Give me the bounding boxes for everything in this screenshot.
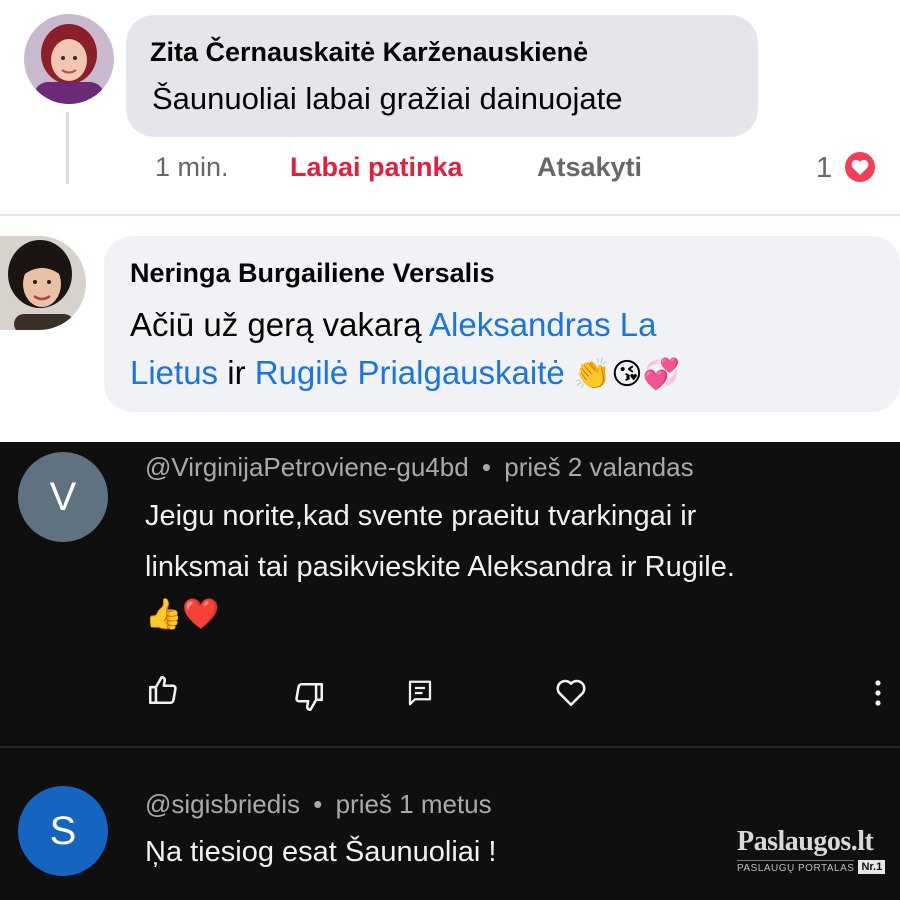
divider bbox=[0, 214, 900, 216]
emoji-group: 👍❤️ bbox=[145, 598, 220, 631]
avatar-letter: S bbox=[49, 809, 77, 853]
emoji-group: 👏😘💞 bbox=[573, 358, 680, 391]
comment-text: Ņa tiesiog esat Šaunuoliai ! bbox=[145, 836, 497, 868]
mention-link[interactable]: Lietus bbox=[130, 354, 218, 391]
comment-time[interactable]: 1 min. bbox=[155, 152, 229, 183]
comment-author[interactable]: Neringa Burgailiene Versalis bbox=[130, 258, 495, 289]
avatar[interactable]: S bbox=[18, 786, 108, 876]
separator-dot: • bbox=[481, 452, 492, 482]
comment-handle-row: @VirginijaPetroviene-gu4bd • prieš 2 val… bbox=[145, 452, 694, 483]
comment-time[interactable]: prieš 1 metus bbox=[336, 789, 492, 819]
avatar-image bbox=[24, 14, 114, 104]
avatar[interactable]: V bbox=[18, 452, 108, 542]
comment-text: ir bbox=[218, 354, 255, 391]
comment-text: Šaunuoliai labai gražiai dainuojate bbox=[152, 81, 623, 116]
comment-text-line-1: Ačiū už gerą vakarą Aleksandras La bbox=[130, 306, 656, 344]
watermark-subtitle-row: PASLAUGŲ PORTALAS Nr.1 bbox=[737, 860, 886, 874]
comment-bubble: Neringa Burgailiene Versalis Ačiū už ger… bbox=[104, 236, 900, 412]
heart-icon[interactable] bbox=[553, 674, 589, 710]
youtube-comments-section: V @VirginijaPetroviene-gu4bd • prieš 2 v… bbox=[0, 442, 900, 900]
watermark-logo: Paslaugos.lt PASLAUGŲ PORTALAS Nr.1 bbox=[737, 826, 886, 874]
love-reaction-button[interactable]: Labai patinka bbox=[290, 152, 463, 183]
dislike-icon[interactable] bbox=[292, 680, 326, 714]
separator-dot: • bbox=[313, 789, 323, 819]
comment-handle-row: @sigisbriedis • prieš 1 metus bbox=[145, 789, 492, 820]
reaction-count[interactable]: 1 bbox=[816, 152, 832, 185]
comment-text-line-2: Lietus ir Rugilė Prialgauskaitė 👏😘💞 bbox=[130, 354, 680, 392]
comment-author[interactable]: Zita Černauskaitė Karženauskienė bbox=[150, 37, 588, 68]
like-icon[interactable] bbox=[146, 673, 180, 707]
comment-text: linksmai tai pasikvieskite Aleksandra ir… bbox=[145, 551, 735, 583]
comment-bubble: Zita Černauskaitė Karženauskienė Šaunuol… bbox=[126, 15, 758, 137]
comment-text: Jeigu norite,kad svente praeitu tvarking… bbox=[145, 500, 697, 532]
divider bbox=[0, 746, 900, 748]
reply-button[interactable]: Atsakyti bbox=[537, 152, 642, 183]
thread-line bbox=[66, 112, 69, 184]
avatar-image bbox=[0, 236, 86, 330]
love-reaction-icon[interactable] bbox=[842, 149, 878, 185]
comment-time[interactable]: prieš 2 valandas bbox=[504, 452, 693, 482]
avatar[interactable] bbox=[0, 236, 86, 330]
facebook-comments-section: Zita Černauskaitė Karženauskienė Šaunuol… bbox=[0, 0, 900, 442]
comment-handle[interactable]: @sigisbriedis bbox=[145, 789, 300, 819]
reply-icon[interactable] bbox=[405, 678, 435, 708]
mention-link[interactable]: Rugilė Prialgauskaitė bbox=[255, 354, 565, 391]
watermark-title: Paslaugos.lt bbox=[737, 826, 874, 857]
watermark-badge: Nr.1 bbox=[858, 860, 886, 874]
watermark-subtitle: PASLAUGŲ PORTALAS bbox=[737, 860, 855, 874]
mention-link[interactable]: Aleksandras La bbox=[429, 306, 656, 343]
comment-text: Ačiū už gerą vakarą bbox=[130, 306, 429, 343]
avatar[interactable] bbox=[24, 14, 114, 104]
comment-handle[interactable]: @VirginijaPetroviene-gu4bd bbox=[145, 452, 469, 482]
more-icon[interactable] bbox=[866, 676, 890, 710]
avatar-letter: V bbox=[49, 475, 77, 519]
